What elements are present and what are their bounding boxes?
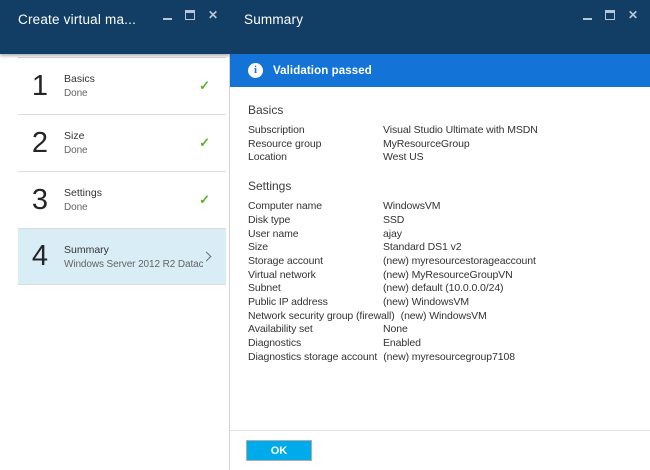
summary-row: User name ajay: [248, 228, 642, 242]
row-value: (new) WindowsVM: [383, 296, 469, 310]
summary-blade-title: Summary: [244, 12, 303, 27]
row-label: Resource group: [248, 138, 383, 152]
summary-sections: Basics Subscription Visual Studio Ultima…: [248, 87, 642, 365]
section-heading: Basics: [248, 103, 642, 117]
row-value: Enabled: [383, 337, 421, 351]
row-label: User name: [248, 228, 383, 242]
row-value: West US: [383, 151, 424, 165]
wizard-step[interactable]: 2 Size Done ✓: [18, 114, 226, 171]
step-label: Summary: [64, 244, 203, 256]
row-value: (new) default (10.0.0.0/24): [383, 282, 503, 296]
wizard-step[interactable]: 4 Summary Windows Server 2012 R2 Datac..…: [18, 228, 226, 285]
step-number: 4: [18, 242, 58, 271]
section-heading: Settings: [248, 179, 642, 193]
row-label: Virtual network: [248, 269, 383, 283]
minimize-icon[interactable]: [583, 18, 592, 20]
summary-section: Settings Computer name WindowsVM Disk ty…: [248, 179, 642, 364]
summary-row: Location West US: [248, 151, 642, 165]
step-subtitle: Done: [64, 88, 95, 99]
row-label: Location: [248, 151, 383, 165]
maximize-icon[interactable]: [185, 10, 195, 20]
step-text: Settings Done: [64, 187, 102, 213]
section-rows: Computer name WindowsVM Disk type SSD Us…: [248, 200, 642, 364]
wizard-steps-list: 1 Basics Done ✓ 2 Size Done ✓ 3 Settings…: [18, 57, 226, 285]
left-window-controls: ✕: [163, 9, 218, 21]
summary-row: Computer name WindowsVM: [248, 200, 642, 214]
summary-row: Network security group (firewall) (new) …: [248, 310, 642, 324]
row-label: Network security group (firewall): [248, 310, 401, 324]
summary-row: Diagnostics Enabled: [248, 337, 642, 351]
summary-blade: Summary ✕ i Validation passed Basics Sub…: [230, 0, 650, 470]
step-number: 2: [18, 129, 58, 158]
left-blade-titlebar: Create virtual ma... ✕: [0, 0, 230, 54]
check-icon: ✓: [199, 135, 210, 151]
summary-row: Storage account (new) myresourcestoragea…: [248, 255, 642, 269]
row-label: Computer name: [248, 200, 383, 214]
chevron-right-icon: [202, 252, 212, 262]
close-icon[interactable]: ✕: [628, 9, 638, 21]
step-text: Summary Windows Server 2012 R2 Datac...: [64, 244, 203, 270]
row-value: WindowsVM: [383, 200, 440, 214]
step-number: 1: [18, 72, 58, 101]
step-subtitle: Windows Server 2012 R2 Datac...: [64, 259, 203, 270]
row-label: Diagnostics: [248, 337, 383, 351]
step-label: Size: [64, 130, 88, 142]
summary-row: Diagnostics storage account (new) myreso…: [248, 351, 642, 365]
row-value: Visual Studio Ultimate with MSDN: [383, 124, 538, 138]
azure-create-vm-window: Create virtual ma... ✕ 1 Basics Done ✓ 2…: [0, 0, 650, 470]
summary-row: Availability set None: [248, 323, 642, 337]
summary-row: Subscription Visual Studio Ultimate with…: [248, 124, 642, 138]
check-icon: ✓: [199, 78, 210, 94]
validation-banner: i Validation passed: [230, 54, 650, 87]
row-value: SSD: [383, 214, 404, 228]
step-text: Basics Done: [64, 73, 95, 99]
step-label: Basics: [64, 73, 95, 85]
summary-section: Basics Subscription Visual Studio Ultima…: [248, 103, 642, 165]
row-value: (new) MyResourceGroupVN: [383, 269, 513, 283]
row-value: (new) myresourcegroup7108: [383, 351, 515, 365]
info-icon: i: [248, 63, 263, 78]
row-value: ajay: [383, 228, 402, 242]
row-value: (new) myresourcestorageaccount: [383, 255, 536, 269]
step-text: Size Done: [64, 130, 88, 156]
row-label: Size: [248, 241, 383, 255]
check-icon: ✓: [199, 192, 210, 208]
summary-blade-titlebar: Summary ✕: [230, 0, 650, 54]
create-vm-blade: Create virtual ma... ✕ 1 Basics Done ✓ 2…: [0, 0, 230, 470]
row-value: None: [383, 323, 408, 337]
step-subtitle: Done: [64, 145, 88, 156]
row-value: MyResourceGroup: [383, 138, 470, 152]
blade-divider: [229, 54, 230, 470]
summary-row: Virtual network (new) MyResourceGroupVN: [248, 269, 642, 283]
wizard-step[interactable]: 1 Basics Done ✓: [18, 57, 226, 114]
step-subtitle: Done: [64, 202, 102, 213]
summary-window-controls: ✕: [583, 9, 638, 21]
row-label: Subnet: [248, 282, 383, 296]
close-icon[interactable]: ✕: [208, 9, 218, 21]
row-label: Storage account: [248, 255, 383, 269]
step-label: Settings: [64, 187, 102, 199]
section-rows: Subscription Visual Studio Ultimate with…: [248, 124, 642, 165]
row-value: Standard DS1 v2: [383, 241, 461, 255]
maximize-icon[interactable]: [605, 10, 615, 20]
summary-row: Disk type SSD: [248, 214, 642, 228]
row-label: Diagnostics storage account: [248, 351, 383, 365]
wizard-step[interactable]: 3 Settings Done ✓: [18, 171, 226, 228]
validation-banner-text: Validation passed: [273, 65, 372, 77]
step-number: 3: [18, 186, 58, 215]
row-label: Public IP address: [248, 296, 383, 310]
minimize-icon[interactable]: [163, 18, 172, 20]
blade-footer: OK: [230, 430, 650, 470]
summary-row: Subnet (new) default (10.0.0.0/24): [248, 282, 642, 296]
left-blade-title: Create virtual ma...: [18, 12, 136, 27]
row-label: Availability set: [248, 323, 383, 337]
summary-row: Size Standard DS1 v2: [248, 241, 642, 255]
row-label: Subscription: [248, 124, 383, 138]
row-label: Disk type: [248, 214, 383, 228]
ok-button[interactable]: OK: [246, 440, 312, 461]
summary-row: Public IP address (new) WindowsVM: [248, 296, 642, 310]
row-value: (new) WindowsVM: [401, 310, 487, 324]
summary-row: Resource group MyResourceGroup: [248, 138, 642, 152]
